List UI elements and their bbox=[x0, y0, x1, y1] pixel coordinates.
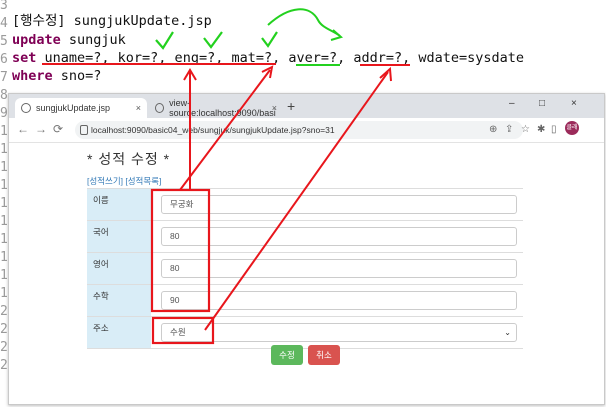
tab-label: view-source:localhost:9090/basi bbox=[169, 98, 276, 118]
star-icon[interactable]: ☆ bbox=[521, 124, 530, 135]
form-row-mat: 수학 90 bbox=[87, 285, 523, 317]
eng-label: 영어 bbox=[87, 253, 151, 284]
addr-select[interactable]: 수원 ⌄ bbox=[161, 323, 517, 342]
code-line-update: update sungjuk bbox=[12, 31, 126, 49]
minimize-button[interactable]: – bbox=[509, 98, 515, 109]
tab-bar: sungjukUpdate.jsp × view-source:localhos… bbox=[9, 94, 604, 118]
tab-close-icon[interactable]: × bbox=[136, 103, 141, 113]
mat-label: 수학 bbox=[87, 285, 151, 316]
address-toolbar: ← → ⟳ localhost:9090/basic04_web/sungjuk… bbox=[9, 118, 604, 143]
tab-sungjuk-update[interactable]: sungjukUpdate.jsp × bbox=[15, 98, 147, 118]
page-content: * 성적 수정 * [성적쓰기] [성적목록] 이름 무궁화 국어 80 영어 … bbox=[9, 143, 604, 404]
avatar[interactable]: 클래 bbox=[565, 121, 579, 135]
mat-input[interactable]: 90 bbox=[161, 291, 517, 310]
sql-text: sungjuk bbox=[60, 32, 126, 48]
form-row-addr: 주소 수원 ⌄ bbox=[87, 317, 523, 349]
sql-keyword: set bbox=[12, 50, 37, 66]
back-button[interactable]: ← bbox=[17, 122, 29, 136]
forward-button[interactable]: → bbox=[35, 122, 47, 136]
url-bar[interactable]: localhost:9090/basic04_web/sungjuk/sungj… bbox=[75, 121, 523, 139]
form-row-name: 이름 무궁화 bbox=[87, 189, 523, 221]
globe-icon bbox=[21, 103, 31, 113]
name-input[interactable]: 무궁화 bbox=[161, 195, 517, 214]
code-line-where: where sno=? bbox=[12, 67, 101, 85]
code-line-set: set uname=?, kor=?, eng=?, mat=?, aver=?… bbox=[12, 49, 524, 67]
sql-text: uname=?, kor=?, eng=?, mat=?, aver=?, ad… bbox=[36, 50, 525, 66]
sidebar-icon[interactable]: ▯ bbox=[551, 124, 557, 135]
update-button[interactable]: 수정 bbox=[271, 345, 303, 365]
line-number: 5 bbox=[0, 34, 8, 49]
close-window-button[interactable]: × bbox=[571, 98, 577, 109]
sql-text: sno=? bbox=[52, 68, 102, 84]
line-number: 7 bbox=[0, 70, 8, 85]
code-comment-line: [행수정] sungjukUpdate.jsp bbox=[12, 13, 212, 29]
line-number: 3 bbox=[0, 0, 8, 13]
chevron-down-icon: ⌄ bbox=[504, 328, 511, 337]
update-form-table: 이름 무궁화 국어 80 영어 80 수학 90 주소 수원 ⌄ bbox=[87, 188, 523, 349]
sql-keyword: where bbox=[12, 68, 53, 84]
browser-window: sungjukUpdate.jsp × view-source:localhos… bbox=[8, 93, 605, 405]
page-title: * 성적 수정 * bbox=[87, 151, 171, 167]
addr-selected-value: 수원 bbox=[170, 327, 186, 337]
nav-links[interactable]: [성적쓰기] [성적목록] bbox=[87, 175, 161, 187]
url-text: localhost:9090/basic04_web/sungjuk/sungj… bbox=[91, 125, 335, 135]
tab-view-source[interactable]: view-source:localhost:9090/basi × bbox=[149, 98, 283, 118]
addr-label: 주소 bbox=[87, 317, 151, 348]
eng-input[interactable]: 80 bbox=[161, 259, 517, 278]
cancel-button[interactable]: 취소 bbox=[308, 345, 340, 365]
zoom-icon[interactable]: ⊕ bbox=[489, 124, 497, 135]
form-row-kor: 국어 80 bbox=[87, 221, 523, 253]
reload-button[interactable]: ⟳ bbox=[53, 122, 63, 136]
tab-label: sungjukUpdate.jsp bbox=[36, 103, 111, 113]
form-row-eng: 영어 80 bbox=[87, 253, 523, 285]
name-label: 이름 bbox=[87, 189, 151, 220]
tab-close-icon[interactable]: × bbox=[272, 103, 277, 113]
share-icon[interactable]: ⇪ bbox=[505, 124, 513, 135]
line-number: 6 bbox=[0, 52, 8, 67]
sql-keyword: update bbox=[12, 32, 61, 48]
line-number: 4 bbox=[0, 16, 8, 31]
new-tab-button[interactable]: + bbox=[287, 98, 295, 114]
maximize-button[interactable]: □ bbox=[539, 98, 545, 109]
kor-input[interactable]: 80 bbox=[161, 227, 517, 246]
info-icon[interactable] bbox=[80, 125, 88, 135]
extensions-icon[interactable]: ✱ bbox=[537, 124, 545, 135]
kor-label: 국어 bbox=[87, 221, 151, 252]
globe-icon bbox=[155, 103, 165, 113]
